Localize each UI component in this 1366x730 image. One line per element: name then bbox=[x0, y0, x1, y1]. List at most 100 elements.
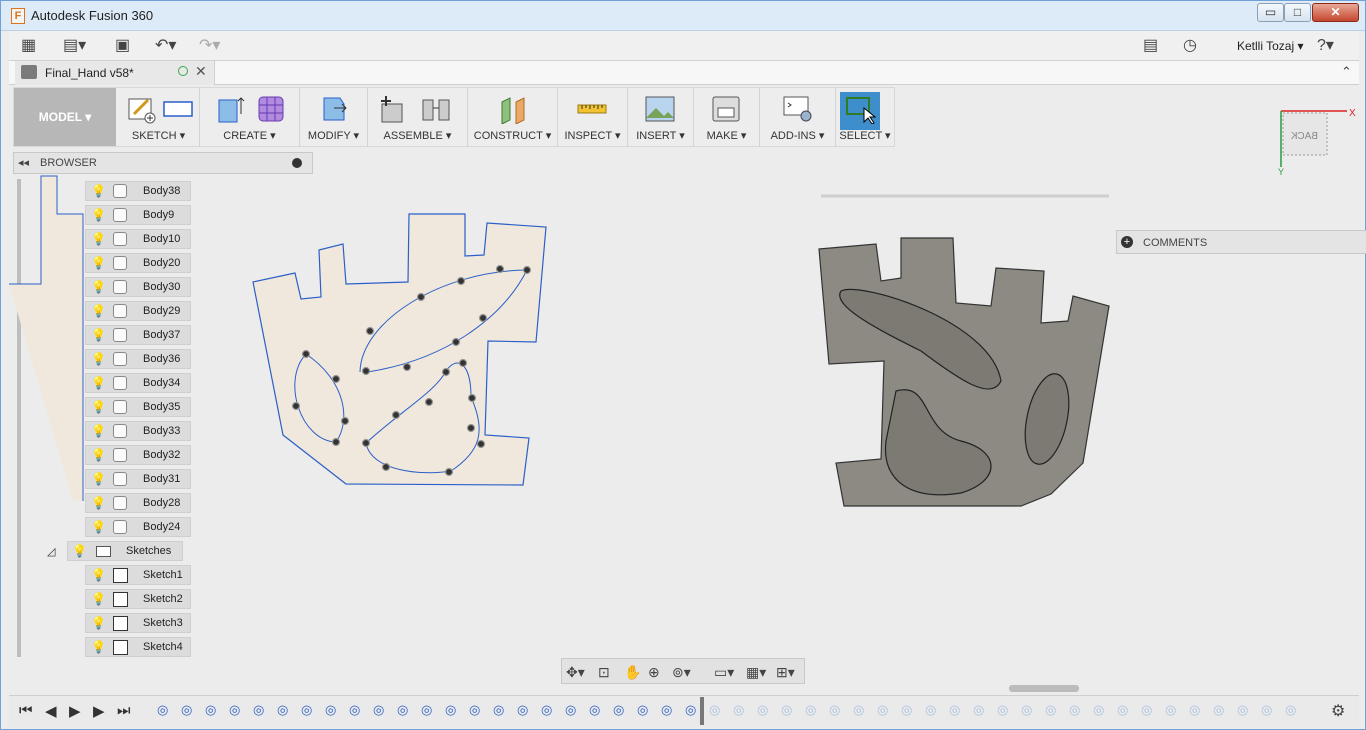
new-component-icon[interactable] bbox=[378, 94, 410, 124]
ribbon-group-create[interactable]: CREATE ▾ bbox=[200, 88, 300, 146]
close-tab-button[interactable]: ✕ bbox=[195, 63, 207, 80]
undo-icon[interactable]: ↶▾ bbox=[155, 37, 176, 55]
press-pull-icon[interactable] bbox=[318, 94, 350, 124]
3d-body-model[interactable] bbox=[801, 186, 1121, 516]
browser-sketch-item[interactable]: 💡 Sketch1 bbox=[85, 565, 191, 585]
sketch-profile-canvas[interactable] bbox=[1, 171, 561, 501]
fit-icon[interactable]: ⊚▾ bbox=[672, 664, 691, 681]
timeline-feature-icon[interactable]: ◎ bbox=[1069, 702, 1080, 718]
timeline-feature-icon[interactable]: ◎ bbox=[373, 702, 384, 718]
expand-triangle-icon[interactable]: ◿ bbox=[47, 545, 55, 558]
viewports-icon[interactable]: ⊞▾ bbox=[776, 664, 795, 681]
timeline-feature-icon[interactable]: ◎ bbox=[949, 702, 960, 718]
timeline-feature-icon[interactable]: ◎ bbox=[1141, 702, 1152, 718]
maximize-button[interactable]: □ bbox=[1284, 3, 1311, 22]
offset-plane-icon[interactable] bbox=[498, 94, 530, 124]
timeline-feature-icon[interactable]: ◎ bbox=[637, 702, 648, 718]
viewcube[interactable]: BACK X Y bbox=[1277, 105, 1357, 175]
look-at-icon[interactable]: ⊡ bbox=[598, 664, 610, 681]
browser-pin-icon[interactable] bbox=[292, 158, 302, 168]
timeline-feature-icon[interactable]: ◎ bbox=[589, 702, 600, 718]
insert-image-icon[interactable] bbox=[644, 94, 676, 124]
timeline-feature-icon[interactable]: ◎ bbox=[733, 702, 744, 718]
timeline-feature-icon[interactable]: ◎ bbox=[325, 702, 336, 718]
timeline-feature-icon[interactable]: ◎ bbox=[469, 702, 480, 718]
timeline-feature-icon[interactable]: ◎ bbox=[397, 702, 408, 718]
document-tab[interactable]: Final_Hand v58* ✕ bbox=[15, 61, 215, 85]
timeline-feature-icon[interactable]: ◎ bbox=[229, 702, 240, 718]
timeline-scrollbar[interactable] bbox=[1009, 685, 1079, 692]
timeline-feature-icon[interactable]: ◎ bbox=[1045, 702, 1056, 718]
joint-icon[interactable] bbox=[420, 94, 452, 124]
ribbon-group-inspect[interactable]: INSPECT ▾ bbox=[558, 88, 628, 146]
add-comment-icon[interactable]: + bbox=[1121, 236, 1133, 248]
browser-body-item[interactable]: 💡 Body24 bbox=[85, 517, 191, 537]
visibility-bulb-icon[interactable]: 💡 bbox=[91, 616, 106, 630]
timeline-feature-icon[interactable]: ◎ bbox=[1237, 702, 1248, 718]
timeline-feature-icon[interactable]: ◎ bbox=[685, 702, 696, 718]
timeline-feature-icon[interactable]: ◎ bbox=[565, 702, 576, 718]
play-icon[interactable]: ▶ bbox=[69, 702, 81, 720]
timeline-feature-icon[interactable]: ◎ bbox=[541, 702, 552, 718]
timeline-feature-icon[interactable]: ◎ bbox=[1165, 702, 1176, 718]
timeline-settings-gear-icon[interactable]: ⚙ bbox=[1331, 701, 1345, 721]
ribbon-group-insert[interactable]: INSERT ▾ bbox=[628, 88, 694, 146]
grid-settings-icon[interactable]: ▦▾ bbox=[746, 664, 766, 681]
timeline-feature-icon[interactable]: ◎ bbox=[1093, 702, 1104, 718]
timeline-feature-icon[interactable]: ◎ bbox=[301, 702, 312, 718]
timeline-feature-icon[interactable]: ◎ bbox=[613, 702, 624, 718]
pan-hand-icon[interactable]: ✋ bbox=[624, 664, 641, 681]
ribbon-group-modify[interactable]: MODIFY ▾ bbox=[300, 88, 368, 146]
visibility-bulb-icon[interactable]: 💡 bbox=[91, 640, 106, 654]
timeline-feature-icon[interactable]: ◎ bbox=[925, 702, 936, 718]
redo-icon[interactable]: ↷▾ bbox=[199, 37, 220, 55]
ribbon-group-assemble[interactable]: ASSEMBLE ▾ bbox=[368, 88, 468, 146]
visibility-bulb-icon[interactable]: 💡 bbox=[91, 568, 106, 582]
collapse-ribbon-chevron-icon[interactable]: ⌃ bbox=[1341, 64, 1352, 80]
ribbon-group-select[interactable]: SELECT ▾ bbox=[836, 88, 894, 146]
visibility-bulb-icon[interactable]: 💡 bbox=[72, 544, 87, 558]
timeline-feature-icon[interactable]: ◎ bbox=[205, 702, 216, 718]
timeline-feature-icon[interactable]: ◎ bbox=[493, 702, 504, 718]
go-to-end-icon[interactable]: ⏭ bbox=[117, 702, 131, 719]
help-icon[interactable]: ?▾ bbox=[1317, 37, 1334, 55]
timeline-feature-icon[interactable]: ◎ bbox=[253, 702, 264, 718]
job-status-clock-icon[interactable]: ◷ bbox=[1183, 37, 1197, 55]
notifications-icon[interactable]: ▤ bbox=[1143, 37, 1158, 55]
timeline-feature-icon[interactable]: ◎ bbox=[661, 702, 672, 718]
step-forward-icon[interactable]: ▶ bbox=[93, 702, 105, 720]
browser-sketch-item[interactable]: 💡 Sketch2 bbox=[85, 589, 191, 609]
line-tool-icon[interactable] bbox=[162, 94, 194, 124]
timeline-feature-icon[interactable]: ◎ bbox=[277, 702, 288, 718]
timeline-feature-icon[interactable]: ◎ bbox=[805, 702, 816, 718]
create-sketch-icon[interactable] bbox=[126, 94, 158, 124]
save-icon[interactable]: ▣ bbox=[115, 37, 130, 55]
comments-panel[interactable]: + COMMENTS bbox=[1116, 230, 1366, 254]
visibility-bulb-icon[interactable]: 💡 bbox=[91, 592, 106, 606]
timeline-feature-icon[interactable]: ◎ bbox=[829, 702, 840, 718]
timeline-feature-icon[interactable]: ◎ bbox=[781, 702, 792, 718]
timeline-feature-icon[interactable]: ◎ bbox=[517, 702, 528, 718]
timeline-feature-icon[interactable]: ◎ bbox=[709, 702, 720, 718]
timeline-feature-icon[interactable]: ◎ bbox=[1189, 702, 1200, 718]
data-panel-grid-icon[interactable]: ▦ bbox=[21, 37, 36, 55]
timeline-feature-icon[interactable]: ◎ bbox=[1213, 702, 1224, 718]
visibility-bulb-icon[interactable]: 💡 bbox=[91, 520, 106, 534]
timeline-feature-icon[interactable]: ◎ bbox=[1261, 702, 1272, 718]
close-window-button[interactable]: ✕ bbox=[1312, 3, 1359, 22]
scripts-add-ins-icon[interactable] bbox=[782, 94, 814, 124]
timeline-feature-icon[interactable]: ◎ bbox=[853, 702, 864, 718]
form-tspline-icon[interactable] bbox=[256, 94, 288, 124]
ribbon-group-add-ins[interactable]: ADD-INS ▾ bbox=[760, 88, 836, 146]
timeline-feature-icon[interactable]: ◎ bbox=[349, 702, 360, 718]
collapse-browser-icon[interactable]: ◂◂ bbox=[18, 156, 29, 169]
display-settings-icon[interactable]: ▭▾ bbox=[714, 664, 734, 681]
zoom-icon[interactable]: ⊕ bbox=[648, 664, 660, 681]
browser-sketch-item[interactable]: 💡 Sketch3 bbox=[85, 613, 191, 633]
ribbon-group-sketch[interactable]: SKETCH ▾ bbox=[118, 88, 200, 146]
orbit-icon[interactable]: ✥▾ bbox=[566, 664, 585, 681]
timeline-feature-icon[interactable]: ◎ bbox=[157, 702, 168, 718]
timeline-feature-icon[interactable]: ◎ bbox=[1021, 702, 1032, 718]
workspace-switcher[interactable]: MODEL ▾ bbox=[14, 88, 116, 146]
ribbon-group-make[interactable]: MAKE ▾ bbox=[694, 88, 760, 146]
